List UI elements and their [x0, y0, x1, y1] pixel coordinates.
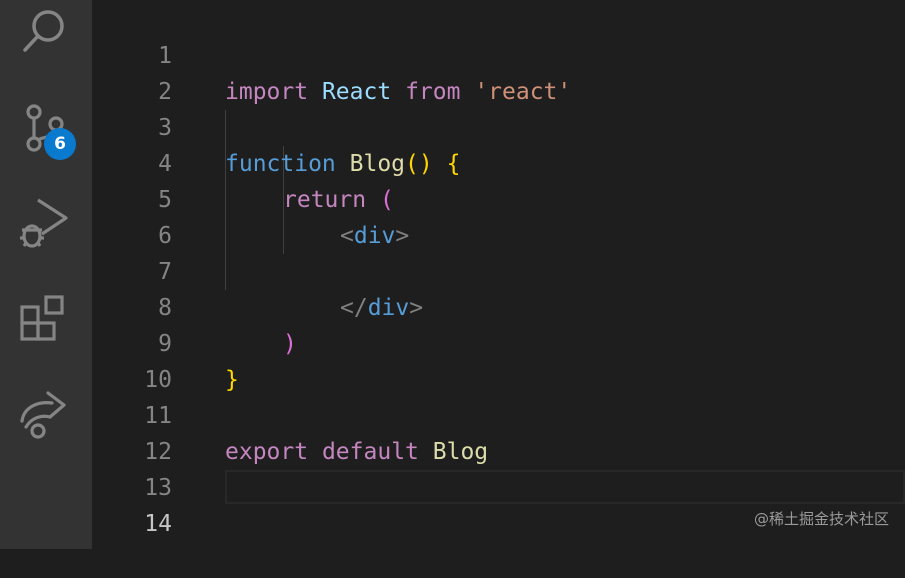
- code-line: 7 </div>: [92, 218, 905, 321]
- code-line: 4 return (: [92, 110, 905, 213]
- code-line: 5 <div>: [92, 146, 905, 249]
- code-line: 9 }: [92, 290, 905, 393]
- code-line-current: 14: [92, 470, 905, 537]
- activity-bar: 6: [0, 0, 92, 549]
- code-line: 11 export default Blog: [92, 362, 905, 465]
- live-share-icon[interactable]: [18, 387, 72, 441]
- extensions-icon[interactable]: [18, 293, 72, 347]
- line-number: 14: [144, 511, 172, 537]
- code-line: 10: [92, 326, 905, 393]
- search-icon[interactable]: [18, 5, 72, 59]
- code-line: 3 function Blog() {: [92, 74, 905, 177]
- code-line: 13: [92, 434, 905, 501]
- code-editor[interactable]: 1 import React from 'react' 2 3 function…: [92, 0, 905, 549]
- run-debug-icon[interactable]: [18, 196, 72, 250]
- code-line: 8 ): [92, 254, 905, 357]
- code-line: 1 import React from 'react': [92, 2, 905, 105]
- code-line: 12: [92, 398, 905, 465]
- watermark: @稀土掘金技术社区: [753, 510, 889, 528]
- code-line: 6: [92, 182, 905, 249]
- source-control-badge: 6: [44, 128, 76, 160]
- code-line: 2: [92, 38, 905, 105]
